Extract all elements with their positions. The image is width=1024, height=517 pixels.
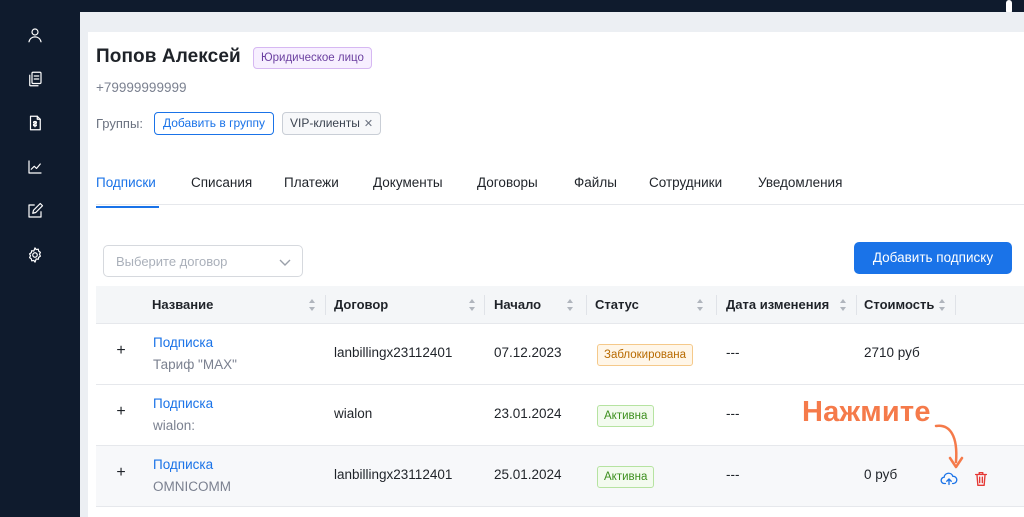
group-tag: VIP-клиенты ✕ xyxy=(282,112,382,135)
sidebar xyxy=(0,0,80,517)
trash-icon[interactable] xyxy=(972,470,990,488)
sort-icon[interactable] xyxy=(468,298,476,312)
status-badge: Активна xyxy=(597,405,655,427)
column-status[interactable]: Статус xyxy=(595,286,639,324)
column-cost[interactable]: Стоимость xyxy=(864,286,934,324)
column-separator xyxy=(586,295,587,315)
sort-icon[interactable] xyxy=(566,298,574,312)
sort-icon[interactable] xyxy=(696,298,704,312)
tab-charges[interactable]: Списания xyxy=(191,175,252,208)
add-subscription-button[interactable]: Добавить подписку xyxy=(854,242,1012,274)
column-separator xyxy=(955,295,956,315)
contract-cell: wialon xyxy=(334,406,373,421)
column-contract[interactable]: Договор xyxy=(334,286,388,324)
subscription-tariff: Тариф "MAX" xyxy=(153,357,237,372)
tab-documents[interactable]: Документы xyxy=(373,175,443,208)
tab-payments[interactable]: Платежи xyxy=(284,175,339,208)
top-bar xyxy=(80,0,1024,12)
sort-icon[interactable] xyxy=(308,298,316,312)
start-date-cell: 25.01.2024 xyxy=(494,467,562,482)
contract-select[interactable]: Выберите договор xyxy=(103,245,303,277)
status-badge: Активна xyxy=(597,466,655,488)
edit-icon[interactable] xyxy=(24,200,46,222)
expand-row-button[interactable]: + xyxy=(114,464,128,484)
contract-select-placeholder: Выберите договор xyxy=(116,254,228,269)
column-separator xyxy=(716,295,717,315)
client-type-badge: Юридическое лицо xyxy=(253,47,372,69)
hint-arrow-icon xyxy=(934,424,964,469)
sort-icon[interactable] xyxy=(839,298,847,312)
user-icon[interactable] xyxy=(24,24,46,46)
table-header: Название Договор Начало Статус Дата изме… xyxy=(96,286,1024,324)
tabs: Подписки Списания Платежи Документы Дого… xyxy=(96,172,1024,208)
tab-employees[interactable]: Сотрудники xyxy=(649,175,722,208)
tab-subscriptions[interactable]: Подписки xyxy=(96,175,159,208)
groups-label: Группы: xyxy=(96,116,143,131)
close-icon[interactable]: ✕ xyxy=(364,118,373,130)
column-changed[interactable]: Дата изменения xyxy=(726,286,829,324)
column-start[interactable]: Начало xyxy=(494,286,541,324)
start-date-cell: 07.12.2023 xyxy=(494,345,562,360)
client-phone: +79999999999 xyxy=(96,80,187,95)
subscription-tariff: wialon: xyxy=(153,418,196,433)
sort-icon[interactable] xyxy=(938,298,946,312)
table-row: + Подписка Тариф "MAX" lanbillingx231124… xyxy=(96,324,1024,385)
tab-notifications[interactable]: Уведомления xyxy=(758,175,842,208)
changed-date-cell: --- xyxy=(726,345,740,360)
contract-cell: lanbillingx23112401 xyxy=(334,345,453,360)
subscription-tariff: OMNICOMM xyxy=(153,479,231,494)
documents-icon[interactable] xyxy=(24,68,46,90)
column-separator xyxy=(325,295,326,315)
tab-files[interactable]: Файлы xyxy=(574,175,617,208)
status-badge: Заблокирована xyxy=(597,344,694,366)
group-tag-label: VIP-клиенты xyxy=(290,116,360,130)
column-separator xyxy=(484,295,485,315)
contract-cell: lanbillingx23112401 xyxy=(334,467,453,482)
cost-cell: 0 руб xyxy=(864,467,898,482)
cost-cell: 2710 руб xyxy=(864,345,920,360)
expand-row-button[interactable]: + xyxy=(114,342,128,362)
click-hint-label: Нажмите xyxy=(802,396,931,428)
expand-row-button[interactable]: + xyxy=(114,403,128,423)
settings-icon[interactable] xyxy=(24,244,46,266)
chart-icon[interactable] xyxy=(24,156,46,178)
invoice-icon[interactable] xyxy=(24,112,46,134)
changed-date-cell: --- xyxy=(726,406,740,421)
subscription-link[interactable]: Подписка xyxy=(153,396,213,411)
chevron-down-icon xyxy=(279,259,291,266)
subscription-link[interactable]: Подписка xyxy=(153,335,213,350)
column-separator xyxy=(856,295,857,315)
changed-date-cell: --- xyxy=(726,467,740,482)
column-name[interactable]: Название xyxy=(152,286,213,324)
start-date-cell: 23.01.2024 xyxy=(494,406,562,421)
subscription-link[interactable]: Подписка xyxy=(153,457,213,472)
table-row: + Подписка OMNICOMM lanbillingx23112401 … xyxy=(96,446,1024,507)
tab-contracts[interactable]: Договоры xyxy=(477,175,538,208)
add-to-group-button[interactable]: Добавить в группу xyxy=(154,112,274,135)
client-name: Попов Алексей xyxy=(96,46,241,67)
